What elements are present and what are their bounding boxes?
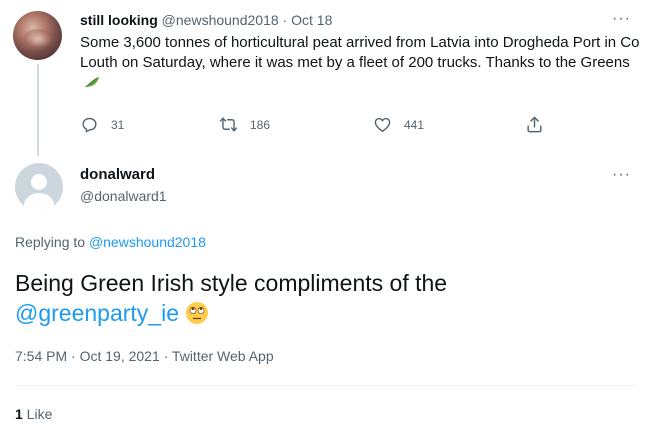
thread-connector-line [37,64,39,156]
user-handle[interactable]: @donalward1 [80,188,167,204]
likes-link[interactable]: 1 Like [15,406,52,422]
tweet-actions: 31 186 441 [80,115,560,135]
heart-icon [374,117,391,132]
share-button[interactable] [525,115,544,134]
parent-tweet[interactable]: still looking @newshound2018 · Oct 18 ··… [0,0,650,156]
tweet-text-content: Some 3,600 tonnes of horticultural peat … [80,34,640,71]
reply-count: 31 [111,117,125,132]
tweet-text: Being Green Irish style compliments of t… [15,268,635,328]
user-name[interactable]: still looking [80,12,158,28]
avatar-head-shape [31,174,47,190]
like-count: 441 [404,117,425,132]
tweet-header: still looking @newshound2018 · Oct 18 [80,12,332,28]
user-name[interactable]: donalward [80,166,155,183]
default-avatar[interactable] [15,163,63,211]
reply-icon [82,117,97,133]
separator-dot: · [282,12,288,28]
avatar-body-shape [24,193,54,211]
tweet-timestamp[interactable]: 7:54 PM · Oct 19, 2021 · Twitter Web App [15,348,274,364]
retweet-button[interactable]: 186 [219,115,270,134]
tweet-text-content: Being Green Irish style compliments of t… [15,270,448,296]
like-count: 1 [15,406,23,422]
replying-to-link[interactable]: @newshound2018 [89,234,206,250]
like-label: Like [22,406,53,422]
replying-prefix: Replying to [15,234,89,250]
tweet-text: Some 3,600 tonnes of horticultural peat … [80,33,640,93]
avatar[interactable] [13,11,62,60]
tweet-date[interactable]: Oct 18 [291,12,332,28]
replying-to: Replying to @newshound2018 [15,234,206,250]
leafy-green-icon [85,77,99,87]
retweet-icon [219,117,238,132]
reply-button[interactable]: 31 [80,115,124,134]
more-options-icon[interactable]: ··· [612,166,631,184]
mention-link[interactable]: @greenparty_ie [15,300,179,326]
user-handle[interactable]: @newshound2018 [162,12,279,28]
like-button[interactable]: 441 [373,115,424,134]
share-icon [527,116,542,133]
more-options-icon[interactable]: ··· [612,10,631,28]
face-with-rolling-eyes-icon [186,302,208,324]
retweet-count: 186 [250,117,271,132]
divider [15,385,635,386]
